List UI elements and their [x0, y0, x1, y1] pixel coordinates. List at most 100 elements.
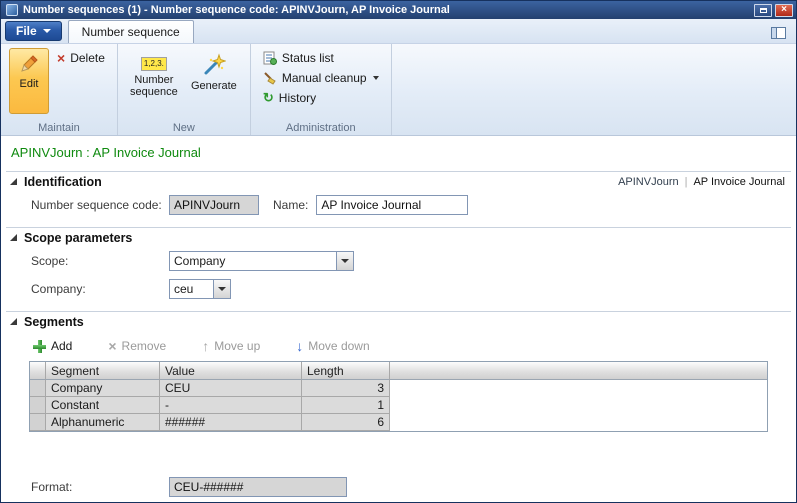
status-list-label: Status list: [282, 51, 334, 65]
cell-segment[interactable]: Company: [46, 380, 160, 397]
cell-segment[interactable]: Alphanumeric: [46, 414, 160, 431]
app-window: Number sequences (1) - Number sequence c…: [0, 0, 797, 503]
move-down-icon: ↓: [296, 339, 303, 353]
move-up-button[interactable]: ↑ Move up: [202, 339, 260, 353]
file-menu-button[interactable]: File: [5, 21, 62, 41]
add-label: Add: [51, 339, 72, 353]
delete-button[interactable]: × Delete: [53, 48, 109, 67]
table-row[interactable]: Alphanumeric ###### 6: [30, 414, 767, 431]
scope-select[interactable]: Company: [169, 251, 354, 271]
column-header-length[interactable]: Length: [302, 362, 390, 380]
remove-button[interactable]: × Remove: [108, 339, 166, 353]
edit-button[interactable]: Edit: [9, 48, 49, 114]
row-selector[interactable]: [30, 414, 46, 431]
grid-selector-header: [30, 362, 46, 380]
number-sequence-icon: 1,2,3.: [141, 57, 167, 71]
cell-value[interactable]: ######: [160, 414, 302, 431]
column-header-value[interactable]: Value: [160, 362, 302, 380]
company-row: Company: ceu: [31, 278, 796, 300]
collapse-triangle-icon: [10, 178, 17, 185]
move-up-icon: ↑: [202, 339, 209, 353]
segments-toolbar: Add × Remove ↑ Move up ↓ Move down: [33, 336, 796, 356]
column-header-segment[interactable]: Segment: [46, 362, 160, 380]
table-row[interactable]: Constant - 1: [30, 397, 767, 414]
restore-icon: [760, 8, 767, 13]
scope-parameters-title: Scope parameters: [24, 231, 132, 245]
tabrow-right-icons: [771, 27, 786, 39]
manual-cleanup-button[interactable]: Manual cleanup: [259, 68, 383, 87]
section-scope-parameters: Scope parameters Scope: Company Company:…: [1, 227, 796, 308]
name-label: Name:: [273, 198, 308, 212]
number-sequence-button[interactable]: 1,2,3. Number sequence: [126, 48, 182, 114]
section-segments: Segments Add × Remove ↑ Move up ↓ Move d…: [1, 311, 796, 498]
number-sequence-code-input[interactable]: [169, 195, 259, 215]
pencil-icon: [18, 53, 40, 75]
cell-value[interactable]: -: [160, 397, 302, 414]
group-label-maintain: Maintain: [1, 122, 117, 134]
edit-button-label: Edit: [20, 78, 39, 90]
scope-label: Scope:: [31, 254, 169, 268]
tab-number-sequence[interactable]: Number sequence: [68, 20, 194, 43]
layout-icon-pane: [772, 28, 777, 38]
identification-title: Identification: [24, 175, 102, 189]
history-label: History: [279, 91, 316, 105]
move-down-label: Move down: [308, 339, 369, 353]
layout-icon[interactable]: [771, 27, 786, 39]
row-filler: [390, 414, 767, 431]
maximize-button[interactable]: [754, 4, 772, 17]
status-list-button[interactable]: Status list: [259, 48, 383, 67]
row-filler: [390, 380, 767, 397]
chevron-down-icon: [373, 76, 379, 80]
titlebar: Number sequences (1) - Number sequence c…: [1, 1, 796, 19]
ribbon: Edit × Delete Maintain 1,2,3. Number seq…: [1, 44, 796, 136]
delete-icon: ×: [57, 51, 65, 65]
manual-cleanup-label: Manual cleanup: [282, 71, 367, 85]
wand-icon: [202, 53, 226, 77]
move-down-button[interactable]: ↓ Move down: [296, 339, 369, 353]
scope-section-header[interactable]: Scope parameters: [6, 227, 791, 247]
name-input[interactable]: [316, 195, 468, 215]
ribbon-tab-row: File Number sequence: [1, 19, 796, 44]
group-label-administration: Administration: [251, 122, 391, 134]
close-button[interactable]: ×: [775, 4, 793, 17]
segments-section-header[interactable]: Segments: [6, 311, 791, 331]
row-selector[interactable]: [30, 380, 46, 397]
history-button[interactable]: ↻ History: [259, 88, 383, 107]
broom-icon: [263, 71, 277, 85]
remove-icon: ×: [108, 339, 116, 353]
scope-value: Company: [170, 254, 336, 268]
scope-dropdown-button[interactable]: [336, 252, 353, 270]
collapse-triangle-icon: [10, 318, 17, 325]
ribbon-group-new: 1,2,3. Number sequence Generate New: [118, 44, 251, 135]
segments-grid: Segment Value Length Company CEU 3 Const…: [29, 361, 768, 432]
company-select[interactable]: ceu: [169, 279, 231, 299]
history-icon: ↻: [263, 91, 274, 104]
cell-length[interactable]: 1: [302, 397, 390, 414]
summary-name: AP Invoice Journal: [693, 176, 785, 188]
file-menu-label: File: [16, 24, 37, 38]
row-filler: [390, 397, 767, 414]
table-row[interactable]: Company CEU 3: [30, 380, 767, 397]
format-input[interactable]: [169, 477, 347, 497]
add-button[interactable]: Add: [33, 339, 72, 353]
cell-length[interactable]: 6: [302, 414, 390, 431]
chevron-down-icon: [218, 287, 226, 291]
cell-segment[interactable]: Constant: [46, 397, 160, 414]
code-label: Number sequence code:: [31, 198, 169, 212]
identification-section-header[interactable]: Identification APINVJourn | AP Invoice J…: [6, 171, 791, 191]
identification-fields: Number sequence code: Name:: [31, 194, 796, 216]
chevron-down-icon: [43, 29, 51, 33]
generate-button[interactable]: Generate: [186, 48, 242, 114]
grid-header-filler: [390, 362, 767, 380]
scope-row: Scope: Company: [31, 250, 796, 272]
cell-value[interactable]: CEU: [160, 380, 302, 397]
window-buttons: ×: [754, 4, 793, 17]
company-dropdown-button[interactable]: [213, 280, 230, 298]
move-up-label: Move up: [214, 339, 260, 353]
segments-title: Segments: [24, 315, 84, 329]
row-selector[interactable]: [30, 397, 46, 414]
delete-button-label: Delete: [70, 51, 105, 65]
summary-code: APINVJourn: [618, 176, 679, 188]
cell-length[interactable]: 3: [302, 380, 390, 397]
group-label-new: New: [118, 122, 250, 134]
